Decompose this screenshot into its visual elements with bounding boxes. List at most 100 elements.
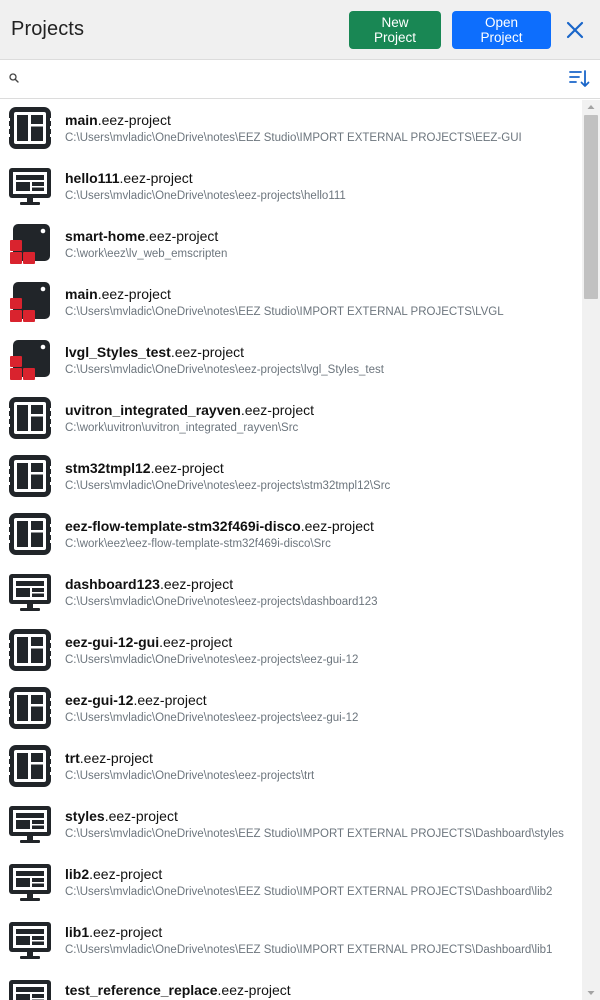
project-name: eez-gui-12-gui.eez-project — [65, 634, 232, 650]
lvgl-icon — [8, 222, 52, 266]
search-icon — [9, 73, 19, 83]
project-name-extension: .eez-project — [217, 982, 291, 998]
project-name-extension: .eez-project — [300, 518, 374, 534]
sort-ascending-icon[interactable] — [568, 68, 590, 90]
project-name-extension: .eez-project — [170, 344, 244, 360]
project-name-extension: .eez-project — [159, 634, 233, 650]
project-list-item[interactable]: main.eez-project C:\Users\mvladic\OneDriv… — [0, 100, 582, 158]
project-path: C:\work\eez\eez-flow-template-stm32f469i… — [65, 538, 331, 550]
project-name-base: lib2 — [65, 866, 90, 882]
project-name-base: trt — [65, 750, 80, 766]
project-name-base: dashboard123 — [65, 576, 160, 592]
project-name: main.eez-project — [65, 286, 171, 302]
project-name: main.eez-project — [65, 112, 171, 128]
project-name-extension: .eez-project — [104, 808, 178, 824]
project-name-extension: .eez-project — [133, 692, 207, 708]
project-list: main.eez-project C:\Users\mvladic\OneDriv… — [0, 100, 582, 1000]
project-name: eez-flow-template-stm32f469i-disco.eez-p… — [65, 518, 374, 534]
project-list-item[interactable]: uvitron_integrated_rayven.eez-project C:\… — [0, 390, 582, 448]
project-name-base: smart-home — [65, 228, 146, 244]
project-name-base: lvgl_Styles_test — [65, 344, 171, 360]
monitor-icon — [8, 802, 52, 846]
chip-icon — [8, 744, 52, 788]
project-list-item[interactable]: lib1.eez-project C:\Users\mvladic\OneDriv… — [0, 912, 582, 970]
project-list-item[interactable]: eez-flow-template-stm32f469i-disco.eez-p… — [0, 506, 582, 564]
project-path: C:\Users\mvladic\OneDrive\notes\eez-proj… — [65, 190, 346, 202]
project-name: uvitron_integrated_rayven.eez-project — [65, 402, 314, 418]
project-name: stm32tmpl12.eez-project — [65, 460, 224, 476]
project-name-extension: .eez-project — [150, 460, 224, 476]
new-project-button[interactable]: New Project — [349, 10, 441, 49]
project-list-item[interactable]: hello111.eez-project C:\Users\mvladic\One… — [0, 158, 582, 216]
project-name-extension: .eez-project — [89, 924, 163, 940]
project-path: C:\Users\mvladic\OneDrive\notes\eez-proj… — [65, 712, 359, 724]
chip-icon — [8, 512, 52, 556]
project-name: lib2.eez-project — [65, 866, 162, 882]
project-list-item[interactable]: dashboard123.eez-project C:\Users\mvladic… — [0, 564, 582, 622]
scrollbar-thumb[interactable] — [584, 115, 598, 299]
project-path: C:\Users\mvladic\OneDrive\notes\EEZ Stud… — [65, 828, 564, 840]
project-list-item[interactable]: smart-home.eez-project C:\work\eez\lv_web… — [0, 216, 582, 274]
monitor-icon — [8, 860, 52, 904]
project-list-item[interactable]: stm32tmpl12.eez-project C:\Users\mvladic\… — [0, 448, 582, 506]
search-bar — [0, 60, 600, 99]
project-path: C:\Users\mvladic\OneDrive\notes\EEZ Stud… — [65, 886, 553, 898]
project-list-item[interactable]: test_reference_replace.eez-project — [0, 970, 582, 1000]
scroll-down-arrow-icon[interactable] — [582, 986, 600, 1000]
project-name-extension: .eez-project — [97, 112, 171, 128]
project-name-base: styles — [65, 808, 105, 824]
project-name: dashboard123.eez-project — [65, 576, 233, 592]
project-name-base: uvitron_integrated_rayven — [65, 402, 241, 418]
project-name: styles.eez-project — [65, 808, 178, 824]
project-name-base: hello111 — [65, 170, 120, 186]
chip-icon — [8, 454, 52, 498]
project-name: smart-home.eez-project — [65, 228, 218, 244]
project-path: C:\Users\mvladic\OneDrive\notes\eez-proj… — [65, 654, 359, 666]
scrollbar[interactable] — [582, 100, 600, 1000]
project-name-base: lib1 — [65, 924, 90, 940]
project-name-base: stm32tmpl12 — [65, 460, 151, 476]
project-name-base: main — [65, 112, 98, 128]
monitor-icon — [8, 976, 52, 1000]
project-path: C:\Users\mvladic\OneDrive\notes\EEZ Stud… — [65, 306, 504, 318]
project-name: hello111.eez-project — [65, 170, 193, 186]
project-path: C:\Users\mvladic\OneDrive\notes\eez-proj… — [65, 770, 315, 782]
project-path: C:\Users\mvladic\OneDrive\notes\eez-proj… — [65, 480, 391, 492]
project-name-extension: .eez-project — [89, 866, 163, 882]
close-icon[interactable] — [564, 19, 586, 41]
search-input[interactable] — [24, 66, 544, 92]
project-list-item[interactable]: eez-gui-12-gui.eez-project C:\Users\mvlad… — [0, 622, 582, 680]
project-name-extension: .eez-project — [119, 170, 193, 186]
chip-icon — [8, 628, 52, 672]
header: Projects New Project Open Project — [0, 0, 600, 60]
monitor-icon — [8, 918, 52, 962]
page-title: Projects — [11, 18, 85, 40]
project-name-base: eez-gui-12-gui — [65, 634, 160, 650]
project-name-extension: .eez-project — [97, 286, 171, 302]
project-name-base: test_reference_replace — [65, 982, 218, 998]
project-list-item[interactable]: trt.eez-project C:\Users\mvladic\OneDrive… — [0, 738, 582, 796]
project-path: C:\Users\mvladic\OneDrive\notes\EEZ Stud… — [65, 132, 522, 144]
monitor-icon — [8, 164, 52, 208]
monitor-icon — [8, 570, 52, 614]
project-name-base: eez-gui-12 — [65, 692, 134, 708]
project-list-item[interactable]: eez-gui-12.eez-project C:\Users\mvladic\O… — [0, 680, 582, 738]
project-path: C:\Users\mvladic\OneDrive\notes\EEZ Stud… — [65, 944, 553, 956]
project-list-item[interactable]: main.eez-project C:\Users\mvladic\OneDriv… — [0, 274, 582, 332]
open-project-button[interactable]: Open Project — [452, 10, 551, 49]
project-name-extension: .eez-project — [79, 750, 153, 766]
scroll-up-arrow-icon[interactable] — [582, 100, 600, 114]
project-name: lvgl_Styles_test.eez-project — [65, 344, 244, 360]
project-path: C:\Users\mvladic\OneDrive\notes\eez-proj… — [65, 364, 384, 376]
project-name: trt.eez-project — [65, 750, 153, 766]
lvgl-icon — [8, 280, 52, 324]
project-path: C:\work\uvitron\uvitron_integrated_rayve… — [65, 422, 299, 434]
chip-icon — [8, 106, 52, 150]
project-list-item[interactable]: lib2.eez-project C:\Users\mvladic\OneDriv… — [0, 854, 582, 912]
project-list-item[interactable]: lvgl_Styles_test.eez-project C:\Users\mvl… — [0, 332, 582, 390]
chip-icon — [8, 396, 52, 440]
project-name-extension: .eez-project — [159, 576, 234, 592]
project-name-base: main — [65, 286, 98, 302]
project-name: test_reference_replace.eez-project — [65, 982, 291, 998]
project-list-item[interactable]: styles.eez-project C:\Users\mvladic\OneDr… — [0, 796, 582, 854]
